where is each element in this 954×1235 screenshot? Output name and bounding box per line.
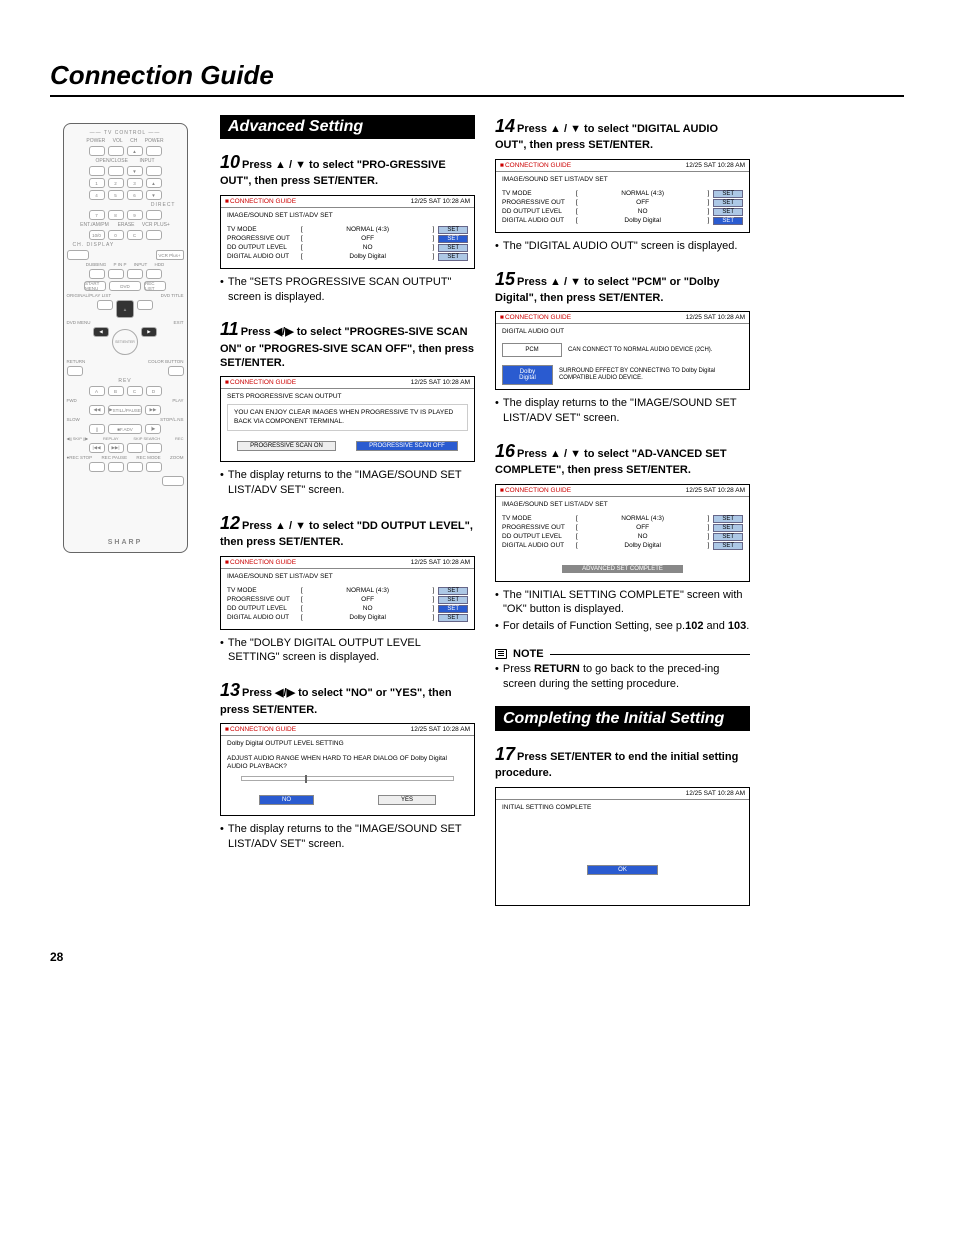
page-number: 28 [50,950,904,964]
yes-button: YES [378,795,436,805]
step-11: 11Press ◀/▶ to select "PROGRES-SIVE SCAN… [220,318,475,498]
step-number: 11 [220,319,239,339]
note-label: NOTE [513,648,544,660]
step-number: 15 [495,269,515,289]
step-number: 16 [495,441,515,461]
remote-column: —— TV CONTROL —— POWER VOL CH POWER ▲ OP… [50,115,200,920]
step-number: 17 [495,744,515,764]
section-advanced-setting: Advanced Setting [220,115,475,139]
page-title: Connection Guide [50,60,904,97]
osd-screen-16: CONNECTION GUIDE12/25 SAT 10:28 AM IMAGE… [495,484,750,582]
section-completing-initial-setting: Completing the Initial Setting [495,706,750,731]
note-block: NOTE Press RETURN to go back to the prec… [495,648,750,692]
step-16: 16Press ▲ / ▼ to select "AD-VANCED SET C… [495,440,750,634]
remote-tv-control-label: —— TV CONTROL —— [90,130,161,136]
osd-screen-13: CONNECTION GUIDE12/25 SAT 10:28 AM Dolby… [220,723,475,816]
note-icon [495,649,507,659]
osd-screen-15: CONNECTION GUIDE12/25 SAT 10:28 AM DIGIT… [495,311,750,390]
step-10: 10Press ▲ / ▼ to select "PRO-GRESSIVE OU… [220,151,475,304]
step-15: 15Press ▲ / ▼ to select "PCM" or "Dolby … [495,268,750,426]
step-number: 10 [220,152,240,172]
advanced-set-complete-button: ADVANCED SET COMPLETE [562,565,683,573]
progressive-scan-on-button: PROGRESSIVE SCAN ON [237,441,336,451]
osd-screen-11: CONNECTION GUIDE12/25 SAT 10:28 AM SETS … [220,376,475,462]
osd-screen-12: CONNECTION GUIDE12/25 SAT 10:28 AM IMAGE… [220,556,475,630]
progressive-scan-off-button: PROGRESSIVE SCAN OFF [356,441,458,451]
ok-button: OK [587,865,658,875]
remote-control-diagram: —— TV CONTROL —— POWER VOL CH POWER ▲ OP… [63,123,188,553]
pcm-button: PCM [502,343,562,357]
step-14: 14Press ▲ / ▼ to select "DIGITAL AUDIO O… [495,115,750,254]
step-12: 12Press ▲ / ▼ to select "DD OUTPUT LEVEL… [220,512,475,665]
osd-screen-10: CONNECTION GUIDE12/25 SAT 10:28 AM IMAGE… [220,195,475,269]
dolby-digital-button: Dolby Digital [502,365,553,385]
no-button: NO [259,795,314,805]
step-number: 12 [220,513,240,533]
remote-brand: SHARP [108,539,143,546]
step-number: 14 [495,116,515,136]
osd-screen-17: 12/25 SAT 10:28 AM INITIAL SETTING COMPL… [495,787,750,906]
osd-screen-14: CONNECTION GUIDE12/25 SAT 10:28 AM IMAGE… [495,159,750,233]
step-number: 13 [220,680,240,700]
step-13: 13Press ◀/▶ to select "NO" or "YES", the… [220,679,475,851]
step-17: 17Press SET/ENTER to end the initial set… [495,743,750,906]
